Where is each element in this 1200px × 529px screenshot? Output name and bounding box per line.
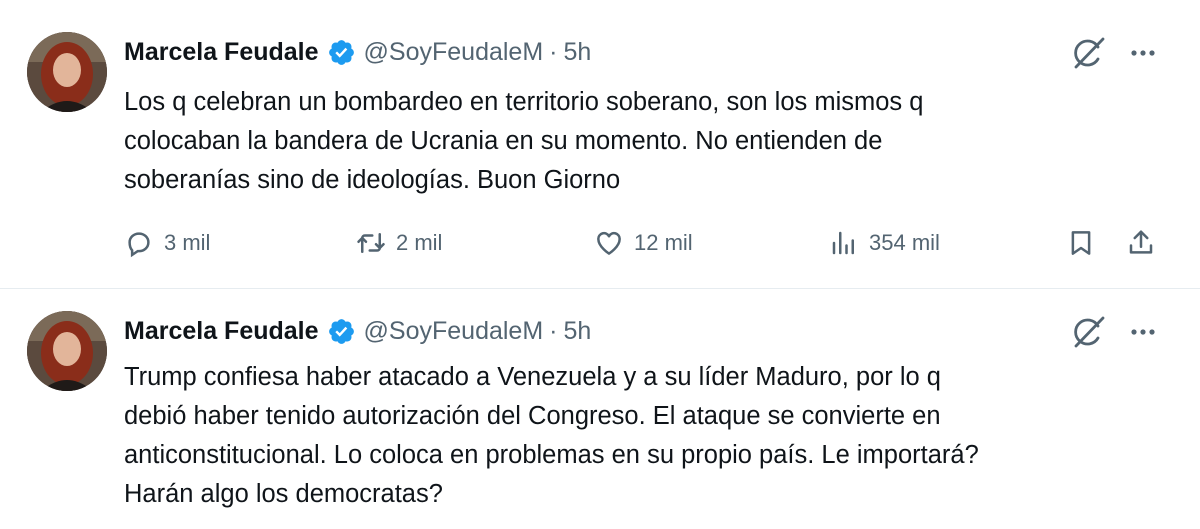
tweet-text: Trump confiesa haber atacado a Venezuela…	[124, 363, 979, 508]
grok-icon[interactable]	[1070, 313, 1108, 351]
author-handle[interactable]: @SoyFeudaleM	[364, 317, 544, 346]
timeline-feed: Marcela Feudale @SoyFeudaleM · 5h Los q …	[0, 0, 1200, 529]
separator-dot: ·	[549, 316, 558, 345]
timestamp[interactable]: 5h	[564, 317, 592, 346]
more-icon[interactable]	[1127, 316, 1159, 348]
tweet[interactable]: Marcela Feudale @SoyFeudaleM · 5h Trump …	[0, 0, 1200, 529]
avatar[interactable]	[27, 311, 107, 391]
author-name[interactable]: Marcela Feudale	[124, 317, 319, 346]
verified-badge-icon	[327, 317, 356, 346]
tweet-header: Marcela Feudale @SoyFeudaleM · 5h	[124, 311, 591, 351]
